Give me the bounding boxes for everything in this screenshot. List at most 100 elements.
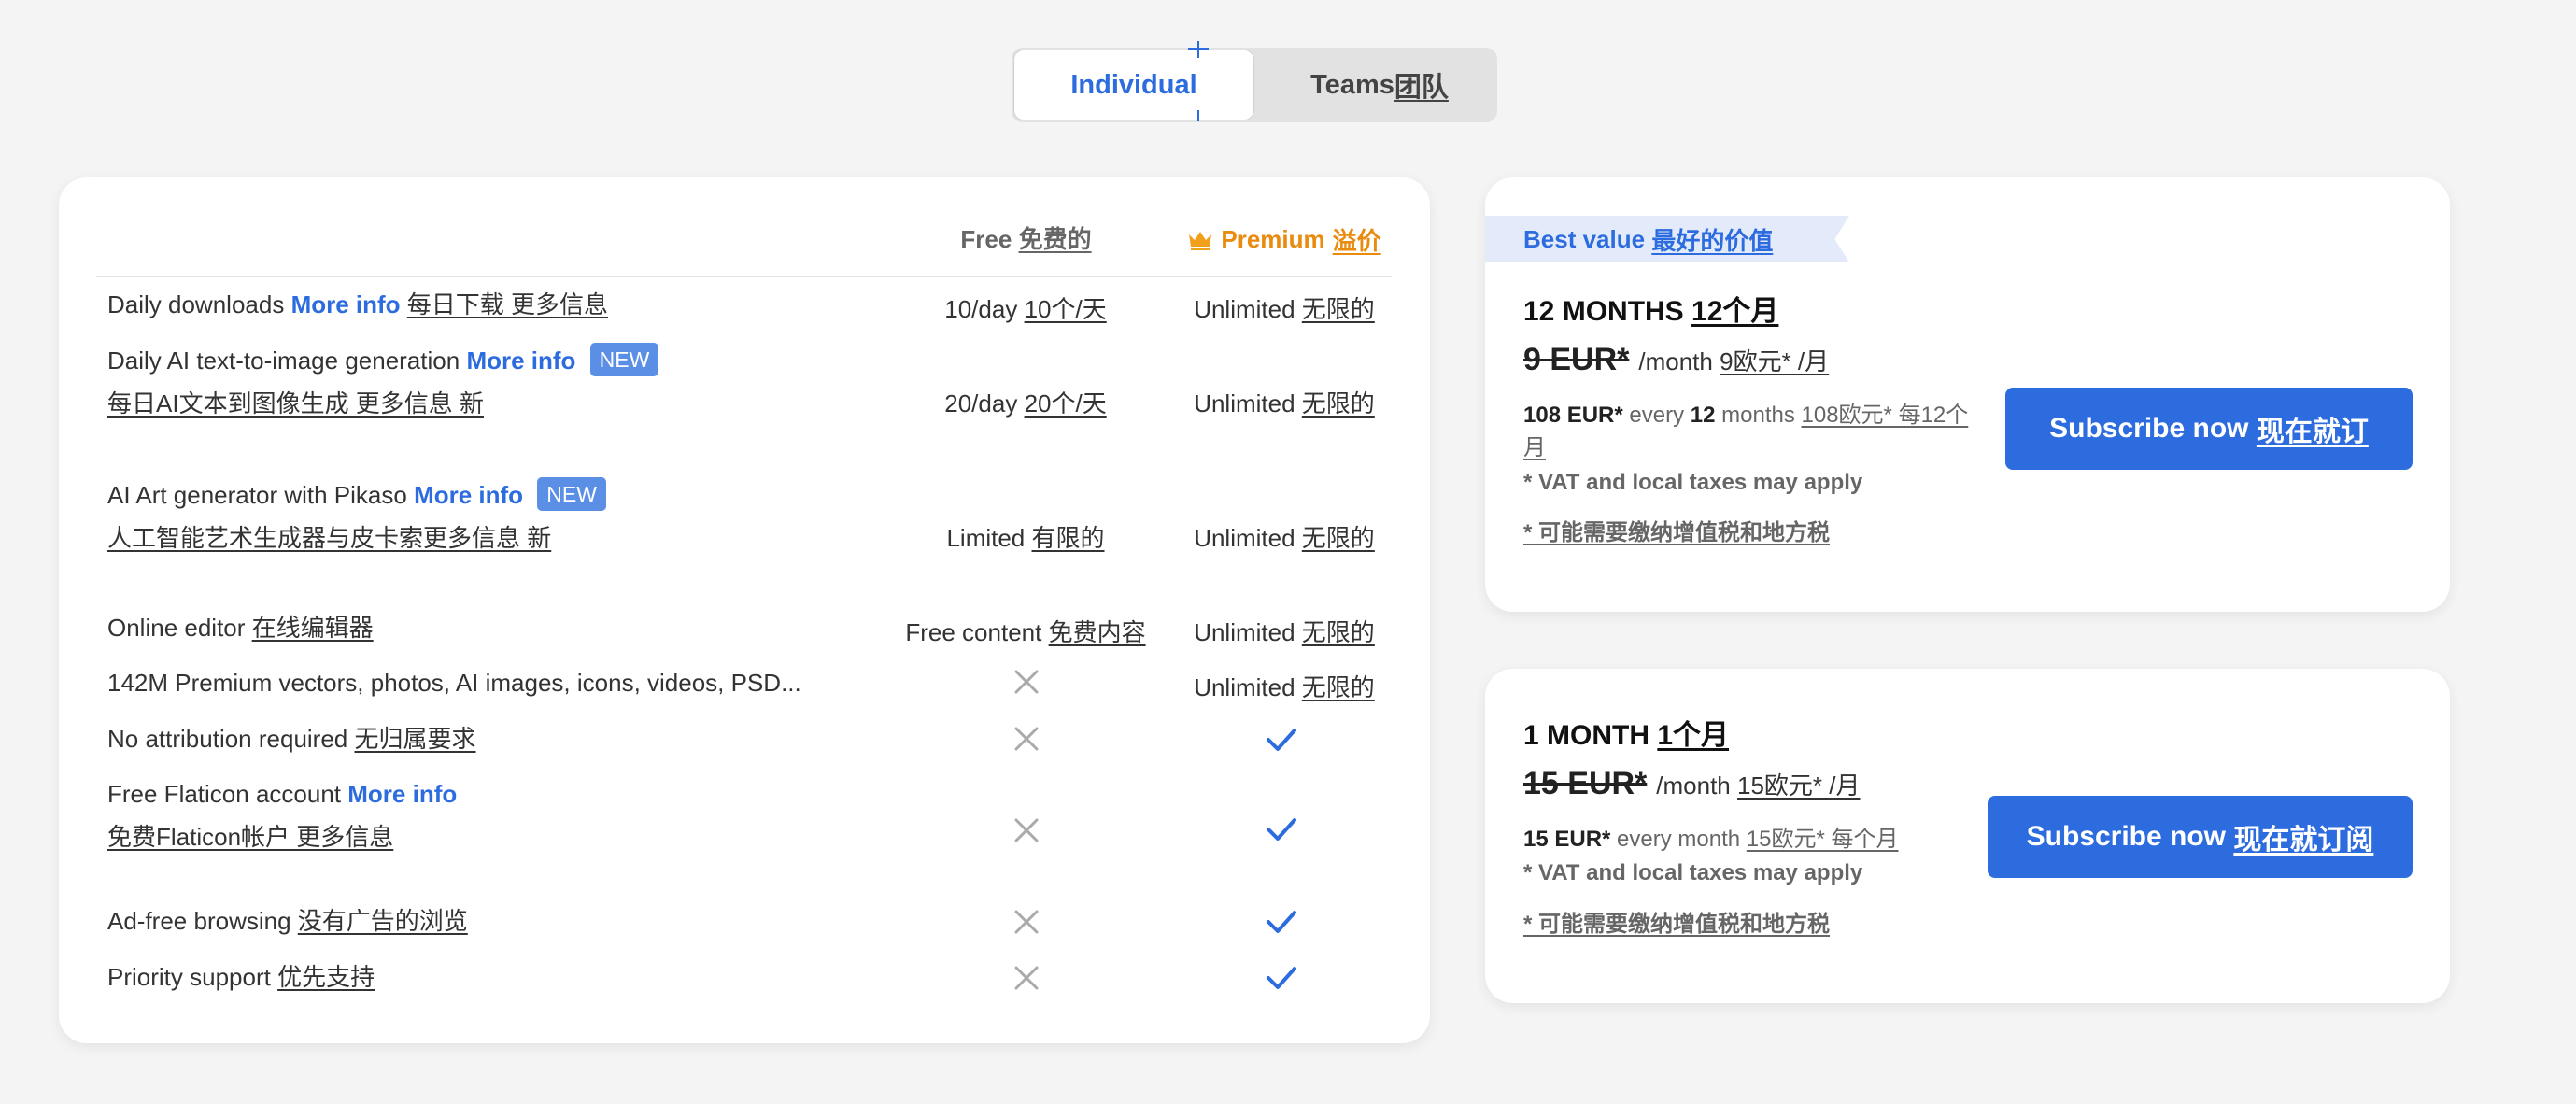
tab-teams-label-cn: 团队 bbox=[1394, 73, 1449, 103]
vat-note-cn: * 可能需要缴纳增值税和地方税 bbox=[1523, 905, 1830, 938]
premium-value-text: Unlimited bbox=[1194, 618, 1295, 646]
billing-info: 108 EUR* every 12 months 108欧元* 每12个月 bbox=[1523, 399, 1981, 464]
premium-value-cn: 无限的 bbox=[1301, 673, 1375, 701]
feature-label-cn: 人工智能艺术生成器与皮卡索更多信息 新 bbox=[107, 524, 552, 552]
plan-type-toggle: Individual Teams 团队 bbox=[1012, 48, 1497, 122]
tab-teams[interactable]: Teams 团队 bbox=[1264, 50, 1495, 120]
premium-value: Unlimited 无限的 bbox=[1172, 385, 1396, 419]
bill-amount: 108 EUR* bbox=[1523, 403, 1623, 428]
plan-title-cn: 12个月 bbox=[1691, 296, 1779, 327]
tab-teams-label: Teams bbox=[1310, 69, 1394, 100]
x-icon bbox=[1014, 910, 1039, 934]
free-value: 20/day 20个/天 bbox=[885, 385, 1166, 419]
new-badge: NEW bbox=[537, 477, 606, 511]
vat-note-cn-text: * 可能需要缴纳增值税和地方税 bbox=[1523, 912, 1831, 937]
more-info-link[interactable]: More info bbox=[414, 481, 523, 509]
feature-row-premium-assets: 142M Premium vectors, photos, AI images,… bbox=[107, 661, 801, 704]
subscribe-label: Subscribe now bbox=[2026, 821, 2227, 852]
vat-note-cn: * 可能需要缴纳增值税和地方税 bbox=[1523, 514, 1830, 546]
premium-header-label-cn: 溢价 bbox=[1332, 227, 1381, 255]
premium-value-cn: 无限的 bbox=[1301, 618, 1375, 646]
per-month-cn: 9欧元* /月 bbox=[1720, 347, 1830, 375]
plan-title-text: 12 MONTHS bbox=[1523, 296, 1684, 327]
vat-note: * VAT and local taxes may apply bbox=[1523, 860, 1863, 885]
plan-price: 15 EUR* /month 15欧元* /月 bbox=[1523, 766, 1861, 802]
premium-header-label: Premium bbox=[1221, 225, 1325, 253]
subscribe-label-cn: 现在就订 bbox=[2256, 417, 2369, 447]
free-column-header: Free 免费的 bbox=[902, 220, 1150, 255]
feature-label: Daily downloads bbox=[107, 290, 285, 318]
subscribe-button-12-months[interactable]: Subscribe now 现在就订 bbox=[2005, 388, 2413, 470]
feature-row-ad-free: Ad-free browsing 没有广告的浏览 bbox=[107, 899, 468, 942]
more-info-link[interactable]: More info bbox=[347, 780, 457, 808]
premium-value-text: Unlimited bbox=[1194, 524, 1295, 552]
bill-cn: 15欧元* 每个月 bbox=[1746, 827, 1899, 852]
free-value: Limited 有限的 bbox=[885, 519, 1166, 554]
feature-label: 142M Premium vectors, photos, AI images,… bbox=[107, 669, 801, 697]
vat-note: * VAT and local taxes may apply bbox=[1523, 470, 1863, 495]
subscribe-label-cn: 现在就订阅 bbox=[2233, 825, 2374, 856]
per-month: /month bbox=[1638, 347, 1713, 375]
bill-every: every month bbox=[1617, 827, 1741, 852]
free-value-text: Limited bbox=[946, 524, 1026, 552]
premium-value-text: Unlimited bbox=[1194, 295, 1295, 323]
per-month-cn: 15欧元* /月 bbox=[1737, 771, 1861, 800]
free-value-text: 20/day bbox=[944, 389, 1018, 418]
more-info-link[interactable]: More info bbox=[291, 290, 401, 318]
feature-label: Priority support bbox=[107, 963, 271, 991]
plan-price: 9 EUR* /month 9欧元* /月 bbox=[1523, 342, 1829, 378]
more-info-link[interactable]: More info bbox=[466, 347, 575, 375]
feature-label-cn: 优先支持 bbox=[277, 963, 375, 991]
x-icon bbox=[1014, 818, 1039, 842]
vat-note-cn-text: * 可能需要缴纳增值税和地方税 bbox=[1523, 520, 1831, 545]
free-value-cn: 免费内容 bbox=[1048, 618, 1146, 646]
x-icon bbox=[1014, 670, 1039, 694]
feature-label-cn: 在线编辑器 bbox=[251, 614, 374, 642]
per-month: /month bbox=[1656, 771, 1731, 800]
premium-value-cn: 无限的 bbox=[1301, 295, 1375, 323]
free-value-cn: 20个/天 bbox=[1024, 389, 1107, 418]
bill-num: 12 bbox=[1690, 403, 1716, 428]
checkmark-icon bbox=[1267, 967, 1296, 989]
toggle-marker-top bbox=[1197, 41, 1199, 58]
premium-value-cn: 无限的 bbox=[1301, 524, 1375, 552]
feature-label: Ad-free browsing bbox=[107, 907, 291, 935]
plan-title-cn: 1个月 bbox=[1657, 720, 1730, 751]
feature-row-flaticon-account: Free Flaticon account More info 免费Flatic… bbox=[107, 772, 457, 858]
crown-icon bbox=[1189, 231, 1212, 250]
x-icon bbox=[1014, 966, 1039, 990]
premium-value: Unlimited 无限的 bbox=[1172, 519, 1396, 554]
subscribe-button-1-month[interactable]: Subscribe now 现在就订阅 bbox=[1988, 796, 2413, 878]
best-value-ribbon: Best value 最好的价值 bbox=[1485, 216, 1849, 262]
feature-label-cn: 免费Flaticon帐户 更多信息 bbox=[107, 823, 394, 851]
free-value-text: 10/day bbox=[944, 295, 1018, 323]
ribbon-label-cn: 最好的价值 bbox=[1651, 226, 1774, 255]
feature-row-no-attribution: No attribution required 无归属要求 bbox=[107, 717, 476, 760]
premium-value: Unlimited 无限的 bbox=[1172, 614, 1396, 648]
premium-value-cn: 无限的 bbox=[1301, 389, 1375, 418]
tab-individual[interactable]: Individual bbox=[1013, 50, 1254, 120]
toggle-marker-bottom bbox=[1197, 110, 1199, 121]
free-value: Free content 免费内容 bbox=[885, 614, 1166, 648]
premium-value: Unlimited 无限的 bbox=[1172, 669, 1396, 703]
feature-label-cn: 每日AI文本到图像生成 更多信息 新 bbox=[107, 389, 485, 418]
billing-info: 15 EUR* every month 15欧元* 每个月 bbox=[1523, 823, 1898, 856]
new-badge: NEW bbox=[589, 343, 659, 376]
premium-value: Unlimited 无限的 bbox=[1172, 290, 1396, 325]
free-header-label-cn: 免费的 bbox=[1018, 225, 1092, 253]
plan-title-text: 1 MONTH bbox=[1523, 720, 1649, 751]
free-value: 10/day 10个/天 bbox=[885, 290, 1166, 325]
bill-every: every bbox=[1629, 403, 1685, 428]
free-value-cn: 有限的 bbox=[1031, 524, 1105, 552]
feature-row-ai-art-pikaso: AI Art generator with Pikaso More info N… bbox=[107, 474, 606, 559]
x-icon bbox=[1014, 727, 1039, 751]
free-value-text: Free content bbox=[905, 618, 1042, 646]
feature-label-cn: 无归属要求 bbox=[354, 725, 476, 753]
checkmark-icon bbox=[1267, 911, 1296, 933]
free-header-label: Free bbox=[960, 225, 1012, 253]
feature-row-priority-support: Priority support 优先支持 bbox=[107, 955, 375, 998]
premium-value-text: Unlimited bbox=[1194, 673, 1295, 701]
feature-row-daily-downloads: Daily downloads More info 每日下载 更多信息 bbox=[107, 283, 608, 326]
feature-label: Free Flaticon account bbox=[107, 780, 342, 808]
toggle-marker-top-bar bbox=[1188, 48, 1209, 50]
